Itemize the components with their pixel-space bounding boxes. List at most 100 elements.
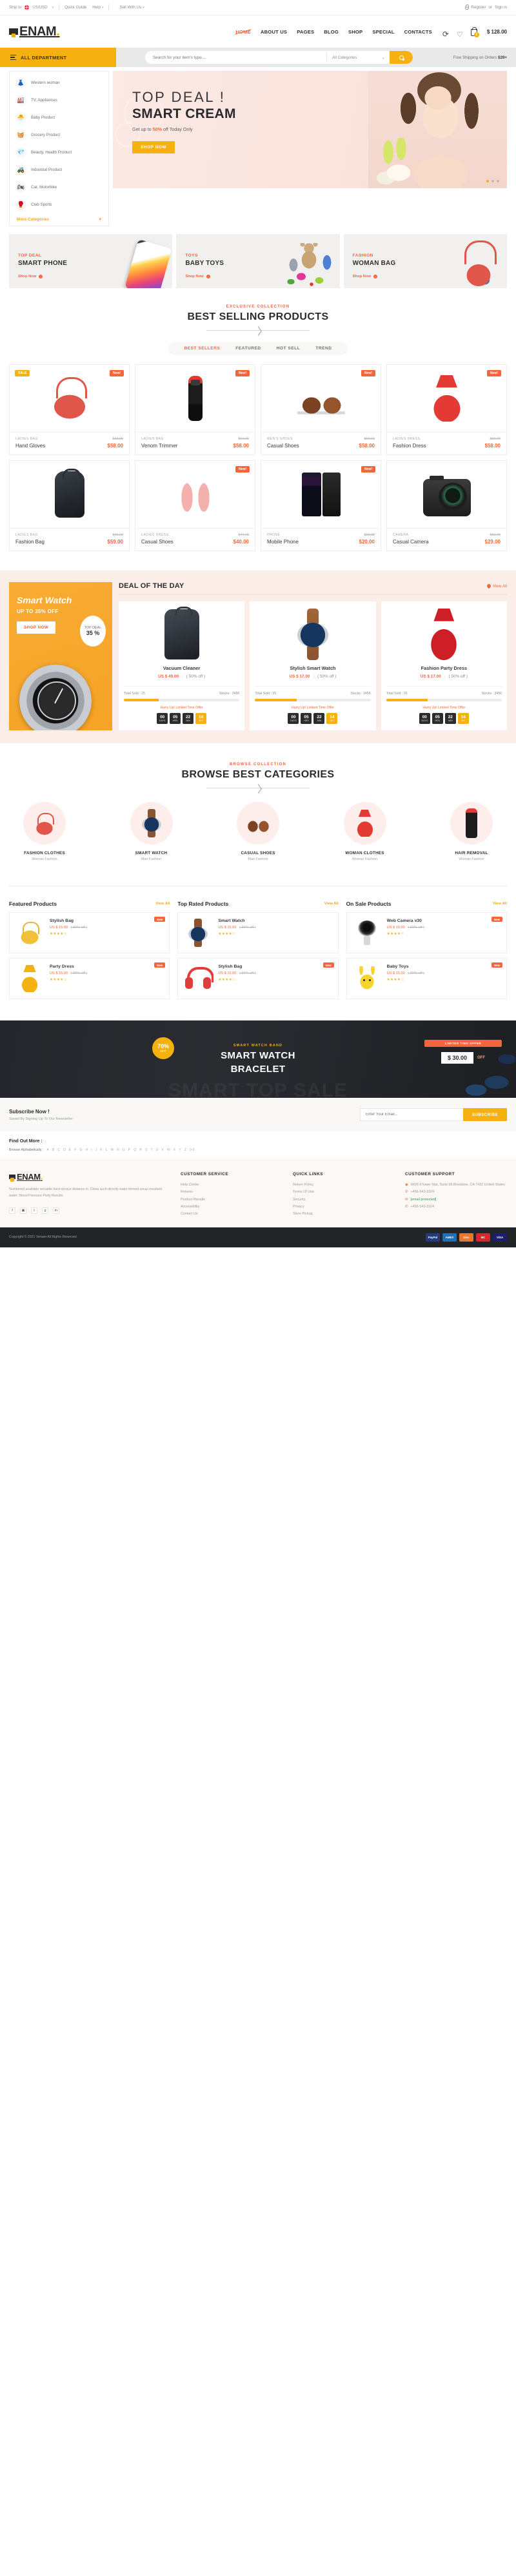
sidebar-item-tv-appliances[interactable]: 🏭 TV, Appliances [10,92,108,109]
alpha-letter[interactable]: G [79,1148,82,1152]
promo-card-baby-toys[interactable]: TOYS BABY TOYS Shop Now › [176,234,340,288]
shopping-bag-icon[interactable]: 2 [470,26,479,37]
footer-logo[interactable]: ENAM. [9,1172,170,1182]
promo-card-woman-bag[interactable]: FASHION WOMAN BAG Shop Now › [343,234,507,288]
alpha-letter[interactable]: H [85,1148,88,1152]
sidebar-item-grocery-product[interactable]: 🧺 Grocery Product [10,126,108,144]
category-tile[interactable]: WOMAN CLOTHES Woman Fashion [330,802,401,861]
sidebar-item-western-woman[interactable]: 👗 Western woman [10,74,108,92]
nav-item-about-us[interactable]: ABOUT US [261,29,287,35]
list-item[interactable]: New Party Dress US $ 15.00 ( 30% off ) ★… [9,958,170,999]
product-card[interactable]: New! LADIES DRESS $69.00 Fashion Dress $58… [386,364,507,455]
twitter-icon[interactable]: t [31,1207,37,1214]
deal-card[interactable]: Stylish Smart Watch US $ 17.00 |( 50% off… [250,601,376,730]
smart-watch-bracelet-banner[interactable]: SMART TOP SALE 70% OFF SMART WATCH BAND … [0,1020,516,1098]
alpha-letter[interactable]: K [100,1148,102,1152]
google-icon[interactable]: g [42,1207,48,1214]
alpha-letter[interactable]: R [139,1148,142,1152]
alpha-letter[interactable]: 0-9 [190,1148,195,1152]
product-card[interactable]: New! PHONE $29.00 Mobile Phone $20.00 [261,460,381,551]
promo-card-smart-phone[interactable]: TOP DEAL SMART PHONE Shop Now › [9,234,173,288]
alpha-letter[interactable]: E [69,1148,71,1152]
instagram-icon[interactable]: ▣ [20,1207,26,1214]
footer-link[interactable]: Return Policy [293,1182,395,1189]
search-input[interactable] [145,55,326,60]
footer-phone[interactable]: ✆ +456-543-3324 [405,1204,507,1211]
tab-best-sellers[interactable]: BEST SELLERS [184,346,220,351]
view-all-link[interactable]: View All [493,902,507,906]
product-card[interactable]: LADIES BAG $99.00 Fashion Bag $59.00 [9,460,130,551]
alpha-letter[interactable]: J [95,1148,97,1152]
quick-guide-link[interactable]: Quick Guide [64,5,86,10]
view-all-link[interactable]: View All [486,583,507,589]
email-field[interactable] [359,1108,463,1121]
category-tile[interactable]: HAIR REMOVAL Woman Fashion [436,802,507,861]
alpha-letter[interactable]: U [156,1148,159,1152]
sidebar-item-club-sports[interactable]: 🥊 Club Sports [10,196,108,213]
footer-link[interactable]: Accessibility [181,1204,283,1211]
alpha-letter[interactable]: B [52,1148,54,1152]
heart-icon[interactable] [457,28,464,35]
nav-item-blog[interactable]: BLOG [324,29,339,35]
product-card[interactable]: CAMERA $69.00 Casual Camera $29.00 [386,460,507,551]
alpha-letter[interactable]: A [46,1148,48,1152]
alpha-letter[interactable]: W [167,1148,170,1152]
footer-phone[interactable]: ✆ +456-543-3324 [405,1189,507,1196]
deal-card[interactable]: Fashion Party Dress US $ 17.00 |( 50% off… [381,601,507,730]
alpha-letter[interactable]: I [91,1148,92,1152]
footer-link[interactable]: Contact Us [181,1211,283,1218]
footer-link[interactable]: Product Recalls [181,1196,283,1204]
signin-link[interactable]: Sign in [495,5,507,10]
tab-hot-sell[interactable]: HOT SELL [277,346,301,351]
alpha-letter[interactable]: L [106,1148,108,1152]
register-link[interactable]: Register [471,5,486,10]
all-department-button[interactable]: ALL DEPARTMENT [0,48,116,67]
sidebar-item-beauty-health[interactable]: 💎 Beauty, Health Product [10,144,108,161]
footer-link[interactable]: Store Pickup [293,1211,395,1218]
product-card[interactable]: New! LADIES DRESS $44.00 Casual Shoes $40.… [135,460,255,551]
nav-item-pages[interactable]: PAGES [297,29,314,35]
facebook-icon[interactable]: f [9,1207,15,1214]
list-item[interactable]: New Stylish Bag US $ 15.00 ( 30% off ) ★… [9,912,170,953]
category-select[interactable]: All Categories ⌄ [326,53,390,62]
alpha-letter[interactable]: Z [184,1148,186,1152]
alpha-letter[interactable]: D [63,1148,66,1152]
hero-shop-now-button[interactable]: SHOP NOW [132,141,175,153]
alpha-letter[interactable]: M [111,1148,114,1152]
nav-item-special[interactable]: SPECIAL [372,29,394,35]
alpha-letter[interactable]: V [161,1148,163,1152]
logo[interactable]: ENAM. [9,24,60,39]
nav-item-contacts[interactable]: CONTACTS [404,29,432,35]
alpha-letter[interactable]: P [128,1148,130,1152]
product-card[interactable]: SALE New! LADIES BAG $69.00 Hand Gloves $5… [9,364,130,455]
footer-link[interactable]: Security [293,1196,395,1204]
search-button[interactable] [390,51,413,64]
nav-item-shop[interactable]: SHOP [348,29,362,35]
alpha-letter[interactable]: N [117,1148,119,1152]
alpha-letter[interactable]: Q [134,1148,136,1152]
sell-with-us-link[interactable]: Sell With Us [119,5,141,10]
tab-trend[interactable]: TREND [315,346,332,351]
carousel-dot[interactable] [486,180,489,182]
refresh-compare-icon[interactable] [442,28,450,35]
category-tile[interactable]: CASUAL SHOES Man Fashion [223,802,293,861]
carousel-dot[interactable] [491,180,494,182]
footer-link[interactable]: Help Center [181,1182,283,1189]
category-tile[interactable]: FASHION CLOTHES Woman Fashion [9,802,80,861]
category-tile[interactable]: SMART WATCH Man Fashion [116,802,187,861]
more-categories-button[interactable]: More Categories ▾ [10,213,108,223]
list-item[interactable]: New Stylish Bag US $ 15.00 ( 30% off ) ★… [177,958,339,999]
sidebar-item-baby-product[interactable]: 🐣 Baby Product [10,109,108,126]
list-item[interactable]: Smart Watch US $ 15.00 ( 30% off ) ★★★★☆ [177,912,339,953]
help-link[interactable]: Help [92,5,101,10]
smart-watch-promo[interactable]: Smart Watch UP TO 35% OFF SHOP NOW TOP D… [9,582,112,730]
sidebar-item-car-motorbike[interactable]: 🏍 Car, Motorbike [10,179,108,196]
alpha-letter[interactable]: X [174,1148,175,1152]
subscribe-button[interactable]: SUBSCRIBE [462,1108,507,1121]
alpha-letter[interactable]: S [145,1148,147,1152]
deal-card[interactable]: Vacuum Cleaner US $ 49.00 |( 50% off ) To… [119,601,245,730]
alpha-letter[interactable]: Y [179,1148,181,1152]
footer-link[interactable]: Terms Of Use [293,1189,395,1196]
promo-shop-now-button[interactable]: SHOP NOW [17,621,56,634]
alpha-letter[interactable]: F [74,1148,76,1152]
